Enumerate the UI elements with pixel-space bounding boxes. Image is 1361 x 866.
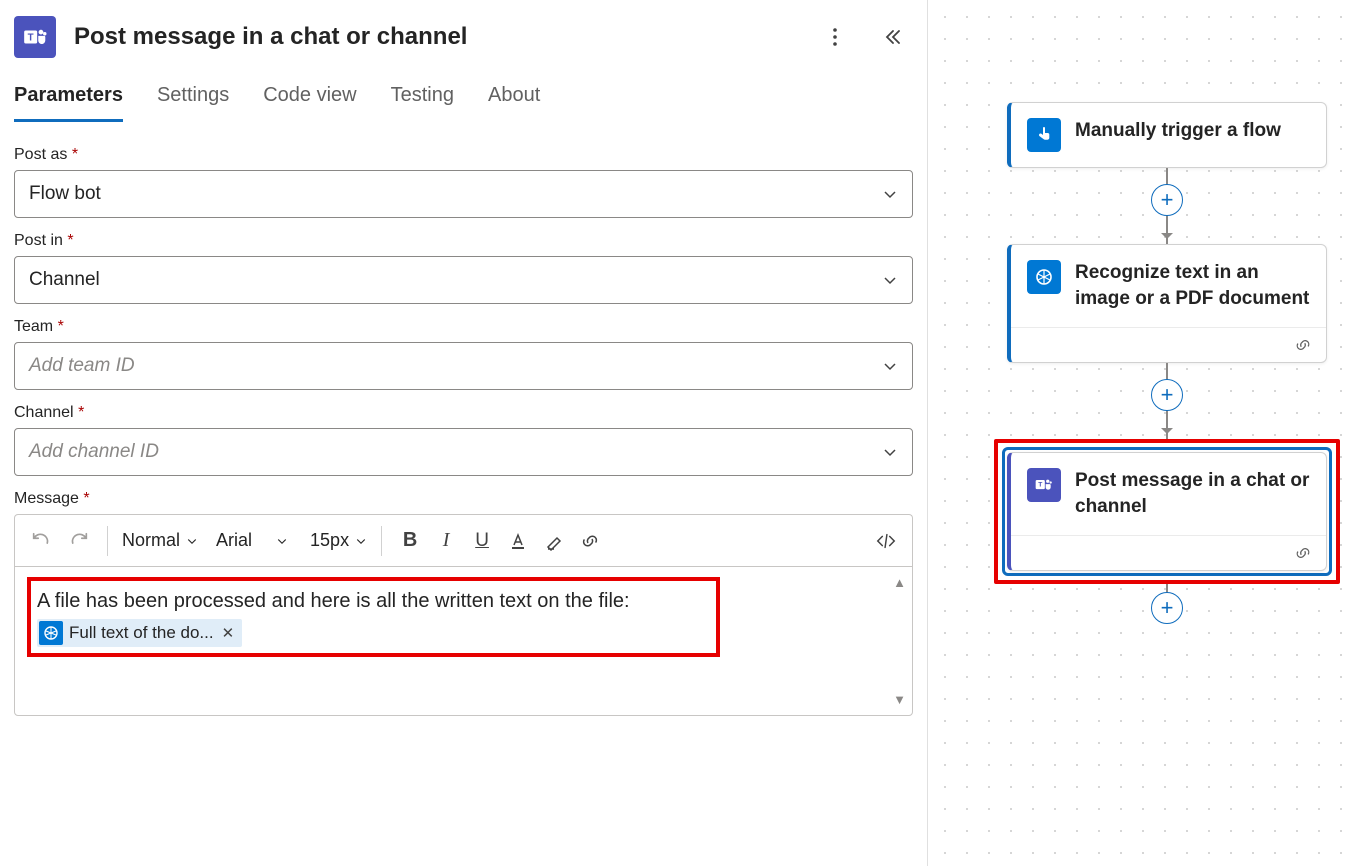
add-action-button[interactable]: +	[1151, 379, 1183, 411]
team-label: Team *	[14, 318, 913, 336]
tab-testing[interactable]: Testing	[391, 84, 454, 122]
italic-button[interactable]: I	[432, 527, 460, 555]
ai-builder-icon	[1027, 260, 1061, 294]
link-icon	[1294, 544, 1312, 562]
highlight-button[interactable]	[540, 527, 568, 555]
scroll-down-icon[interactable]: ▼	[893, 692, 906, 707]
post-in-label: Post in *	[14, 232, 913, 250]
highlight-annotation: A file has been processed and here is al…	[27, 577, 720, 657]
tab-code-view[interactable]: Code view	[263, 84, 356, 122]
token-label: Full text of the do...	[69, 623, 214, 643]
style-dropdown[interactable]: Normal	[122, 530, 198, 551]
node-title: Post message in a chat or channel	[1075, 468, 1310, 520]
tab-parameters[interactable]: Parameters	[14, 84, 123, 122]
message-text: A file has been processed and here is al…	[37, 587, 708, 615]
message-label: Message *	[14, 490, 913, 508]
add-action-button[interactable]: +	[1151, 184, 1183, 216]
add-action-button[interactable]: +	[1151, 592, 1183, 624]
chevron-down-icon	[882, 358, 898, 374]
svg-text:T: T	[1038, 482, 1042, 489]
font-color-button[interactable]	[504, 527, 532, 555]
post-as-select[interactable]: Flow bot	[14, 170, 913, 218]
underline-button[interactable]: U	[468, 527, 496, 555]
panel-header: T Post message in a chat or channel	[14, 10, 913, 84]
channel-label: Channel *	[14, 404, 913, 422]
message-toolbar: Normal Arial 15px B I U	[14, 514, 913, 566]
tab-settings[interactable]: Settings	[157, 84, 229, 122]
code-view-button[interactable]	[872, 527, 900, 555]
post-as-label: Post as *	[14, 146, 913, 164]
link-button[interactable]	[576, 527, 604, 555]
font-dropdown[interactable]: Arial	[216, 530, 288, 551]
node-title: Recognize text in an image or a PDF docu…	[1075, 260, 1310, 312]
node-title: Manually trigger a flow	[1075, 118, 1281, 144]
more-options-button[interactable]	[821, 23, 849, 51]
channel-select[interactable]: Add channel ID	[14, 428, 913, 476]
ai-builder-icon	[39, 621, 63, 645]
teams-icon: T	[1027, 468, 1061, 502]
token-remove-button[interactable]: ✕	[222, 624, 235, 642]
dynamic-content-token[interactable]: Full text of the do... ✕	[37, 619, 242, 647]
flow-node-recognize[interactable]: Recognize text in an image or a PDF docu…	[1007, 244, 1327, 363]
flow-node-post-message[interactable]: T Post message in a chat or channel	[1007, 452, 1327, 571]
panel-tabs: Parameters Settings Code view Testing Ab…	[14, 84, 913, 122]
flow-canvas[interactable]: Manually trigger a flow + Recognize text…	[928, 0, 1361, 866]
team-select[interactable]: Add team ID	[14, 342, 913, 390]
chevron-down-icon	[882, 186, 898, 202]
flow-node-trigger[interactable]: Manually trigger a flow	[1007, 102, 1327, 168]
config-panel: T Post message in a chat or channel Para…	[0, 0, 928, 866]
chevron-down-icon	[882, 444, 898, 460]
redo-button[interactable]	[65, 527, 93, 555]
teams-icon: T	[14, 16, 56, 58]
link-icon	[1294, 336, 1312, 354]
collapse-panel-button[interactable]	[879, 23, 907, 51]
highlight-annotation: T Post message in a chat or channel	[994, 439, 1340, 584]
panel-title: Post message in a chat or channel	[74, 23, 467, 51]
size-dropdown[interactable]: 15px	[310, 530, 367, 551]
post-in-select[interactable]: Channel	[14, 256, 913, 304]
tab-about[interactable]: About	[488, 84, 540, 122]
message-editor[interactable]: A file has been processed and here is al…	[14, 566, 913, 716]
scroll-up-icon[interactable]: ▲	[893, 575, 906, 590]
bold-button[interactable]: B	[396, 527, 424, 555]
undo-button[interactable]	[27, 527, 55, 555]
touch-icon	[1027, 118, 1061, 152]
chevron-down-icon	[882, 272, 898, 288]
svg-text:T: T	[28, 32, 34, 43]
